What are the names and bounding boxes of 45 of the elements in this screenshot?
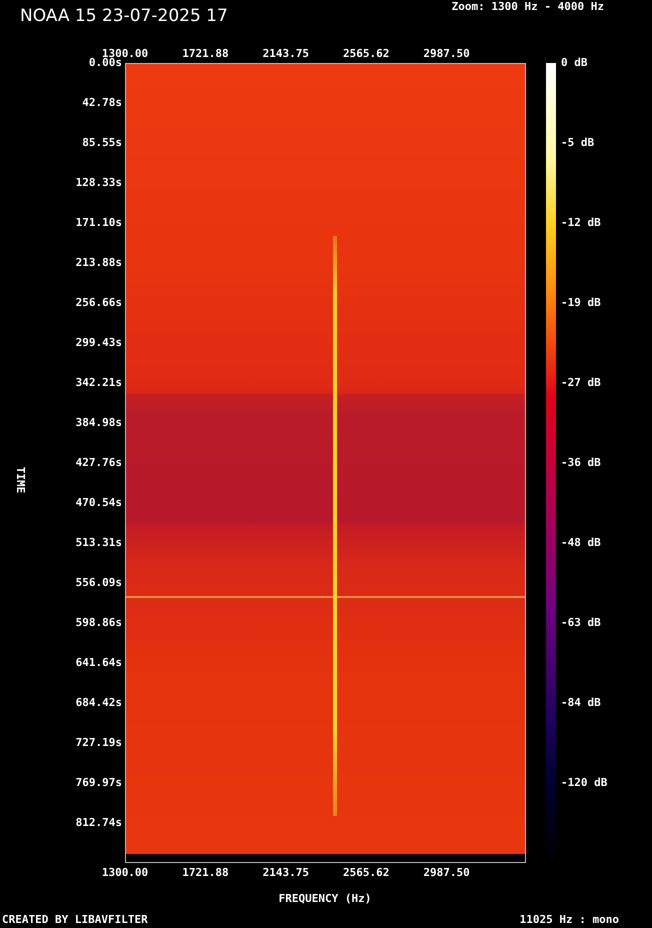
frequency-tick-label: 1300.00: [102, 866, 148, 880]
color-scale-label: -5 dB: [561, 136, 594, 150]
zoom-range-label: Zoom: 1300 Hz - 4000 Hz: [452, 0, 604, 14]
time-tick-label: 171.10s: [76, 216, 122, 230]
frequency-tick-label: 2143.75: [262, 47, 309, 61]
time-axis-label: TIME: [13, 466, 27, 494]
time-tick-label: 85.55s: [82, 136, 122, 150]
recording-title: NOAA 15 23-07-2025 17: [20, 5, 228, 27]
time-tick-label: 0.00s: [88, 56, 122, 70]
frequency-tick-label: 2987.50: [423, 47, 470, 61]
footer-credit: CREATED BY LIBAVFILTER: [2, 913, 148, 927]
time-tick-label: 213.88s: [76, 256, 122, 270]
color-scale-label: -63 dB: [561, 616, 601, 630]
frequency-tick-label: 2565.62: [343, 866, 390, 880]
time-tick-label: 513.31s: [76, 536, 122, 550]
time-tick-label: 342.21s: [76, 376, 122, 390]
time-tick-label: 427.76s: [76, 456, 122, 470]
frequency-axis-label: FREQUENCY (Hz): [278, 892, 372, 906]
color-scale-label: -27 dB: [561, 376, 601, 390]
time-tick-label: 641.64s: [76, 656, 122, 670]
frequency-tick-label: 2987.50: [423, 866, 470, 880]
time-tick-label: 727.19s: [76, 736, 122, 750]
time-tick-label: 128.33s: [76, 176, 122, 190]
time-tick-label: 299.43s: [76, 336, 122, 350]
color-scale-label: 0 dB: [561, 56, 588, 70]
color-scale-label: -19 dB: [561, 296, 601, 310]
color-scale-label: -120 dB: [561, 776, 608, 790]
color-scale-label: -12 dB: [561, 216, 601, 230]
time-tick-label: 384.98s: [76, 416, 122, 430]
frequency-tick-label: 2565.62: [343, 47, 390, 61]
time-tick-label: 812.74s: [76, 816, 122, 830]
color-scale-label: -36 dB: [561, 456, 601, 470]
frequency-tick-label: 1721.88: [182, 866, 229, 880]
time-tick-label: 42.78s: [82, 96, 122, 110]
color-scale-label: -48 dB: [561, 536, 601, 550]
frequency-tick-label: 2143.75: [262, 866, 309, 880]
time-tick-label: 256.66s: [76, 296, 122, 310]
sample-rate-label: 11025 Hz : mono: [520, 913, 619, 927]
time-tick-label: 684.42s: [76, 696, 122, 710]
time-tick-label: 556.09s: [76, 576, 122, 590]
time-tick-label: 769.97s: [76, 776, 122, 790]
color-scale-label: -84 dB: [561, 696, 601, 710]
time-tick-label: 470.54s: [76, 496, 122, 510]
frequency-tick-label: 1721.88: [182, 47, 229, 61]
time-tick-label: 598.86s: [76, 616, 122, 630]
